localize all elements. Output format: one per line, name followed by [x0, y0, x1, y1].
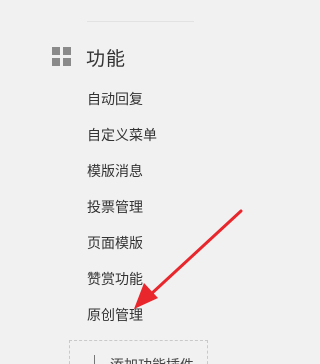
arrow-shaft: [148, 209, 243, 297]
menu-item-original-management[interactable]: 原创管理: [87, 306, 143, 326]
menu-item-template-message[interactable]: 模版消息: [87, 162, 143, 182]
divider: [87, 21, 194, 22]
menu-item-custom-menu[interactable]: 自定义菜单: [87, 126, 157, 146]
sidebar-panel: 功能 自动回复 自定义菜单 模版消息 投票管理 页面模版 赞赏功能 原创管理 添…: [0, 0, 283, 364]
plus-icon: [90, 355, 100, 364]
menu-item-appreciation[interactable]: 赞赏功能: [87, 270, 143, 290]
menu-item-page-template[interactable]: 页面模版: [87, 234, 143, 254]
section-title: 功能: [86, 47, 127, 70]
add-plugin-label: 添加功能插件: [110, 355, 194, 364]
add-plugin-button[interactable]: 添加功能插件: [69, 340, 208, 364]
menu-item-auto-reply[interactable]: 自动回复: [87, 90, 143, 110]
section-header: 功能: [52, 43, 126, 71]
grid-icon: [52, 47, 72, 67]
menu-item-vote-management[interactable]: 投票管理: [87, 198, 143, 218]
